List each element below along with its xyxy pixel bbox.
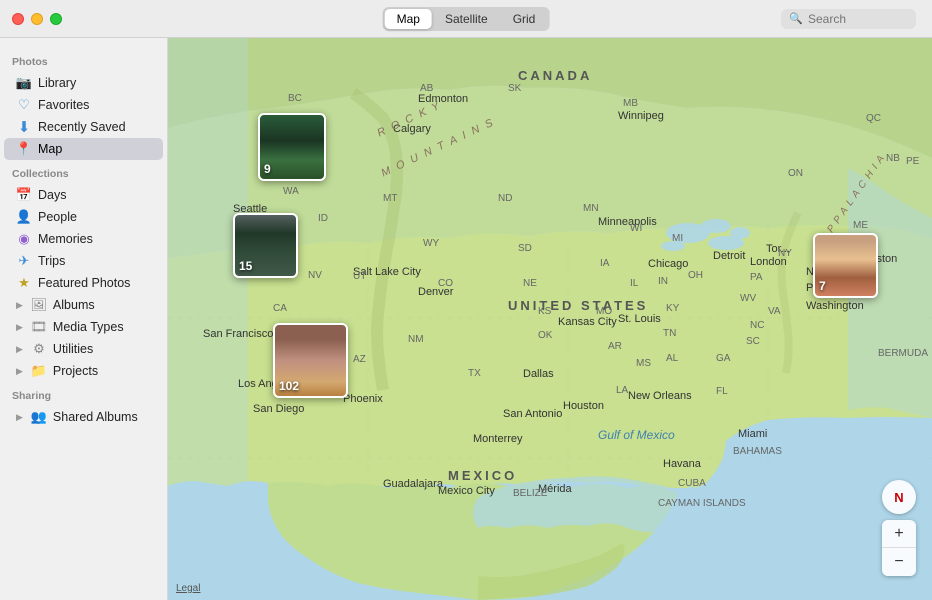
sidebar-item-albums-label: Albums [53, 298, 95, 312]
photo-pin-pin-ny[interactable]: 7 [813, 233, 878, 298]
utilities-icon: ⚙ [31, 341, 47, 357]
sidebar-item-map[interactable]: 📍 Map [4, 138, 163, 160]
sidebar-item-media-types[interactable]: ▶ 🎞 Media Types [4, 316, 163, 338]
albums-arrow-icon: ▶ [16, 300, 23, 311]
recently-saved-icon: ⬇ [16, 119, 32, 135]
legal-link[interactable]: Legal [176, 583, 200, 594]
media-types-icon: 🎞 [31, 319, 47, 335]
media-types-arrow-icon: ▶ [16, 322, 23, 333]
days-icon: 📅 [16, 187, 32, 203]
sidebar-item-library[interactable]: 📷 Library [4, 72, 163, 94]
title-bar: Map Satellite Grid 🔍 [0, 0, 932, 38]
photo-pin-pin-sf[interactable]: 102 [273, 323, 348, 398]
map-icon: 📍 [16, 141, 32, 157]
sidebar-item-library-label: Library [38, 76, 76, 90]
library-icon: 📷 [16, 75, 32, 91]
sidebar-item-days[interactable]: 📅 Days [4, 184, 163, 206]
app-body: Photos 📷 Library ♡ Favorites ⬇ Recently … [0, 38, 932, 600]
photo-pin-pin-bc[interactable]: 9 [258, 113, 326, 181]
shared-albums-icon: 👥 [31, 409, 47, 425]
sidebar-item-map-label: Map [38, 142, 62, 156]
featured-photos-icon: ★ [16, 275, 32, 291]
view-toggle-group: Map Satellite Grid [383, 7, 550, 31]
photos-section-label: Photos [0, 48, 167, 72]
zoom-buttons: + − [882, 520, 916, 576]
zoom-out-button[interactable]: − [882, 548, 916, 576]
sidebar-item-media-types-label: Media Types [53, 320, 124, 334]
utilities-arrow-icon: ▶ [16, 344, 23, 355]
grid-view-button[interactable]: Grid [501, 9, 548, 29]
sidebar-item-projects-label: Projects [53, 364, 98, 378]
sidebar-item-trips-label: Trips [38, 254, 65, 268]
memories-icon: ◉ [16, 231, 32, 247]
satellite-view-button[interactable]: Satellite [433, 9, 500, 29]
projects-icon: 📁 [31, 363, 47, 379]
sidebar-item-projects[interactable]: ▶ 📁 Projects [4, 360, 163, 382]
sidebar: Photos 📷 Library ♡ Favorites ⬇ Recently … [0, 38, 168, 600]
map-area[interactable]: CANADAUNITED STATESMEXICOEdmontonCalgary… [168, 38, 932, 600]
map-view-button[interactable]: Map [385, 9, 432, 29]
sidebar-item-albums[interactable]: ▶ 🖼 Albums [4, 294, 163, 316]
search-icon: 🔍 [789, 12, 803, 25]
people-icon: 👤 [16, 209, 32, 225]
sidebar-item-utilities[interactable]: ▶ ⚙ Utilities [4, 338, 163, 360]
photo-pin-pin-wa[interactable]: 15 [233, 213, 298, 278]
shared-albums-arrow-icon: ▶ [16, 412, 23, 423]
search-input[interactable] [808, 12, 908, 26]
projects-arrow-icon: ▶ [16, 366, 23, 377]
close-button[interactable] [12, 13, 24, 25]
zoom-in-button[interactable]: + [882, 520, 916, 548]
sidebar-item-featured-photos-label: Featured Photos [38, 276, 130, 290]
collections-section-label: Collections [0, 160, 167, 184]
sidebar-item-days-label: Days [38, 188, 66, 202]
sidebar-item-memories[interactable]: ◉ Memories [4, 228, 163, 250]
sidebar-item-trips[interactable]: ✈ Trips [4, 250, 163, 272]
sidebar-item-favorites[interactable]: ♡ Favorites [4, 94, 163, 116]
maximize-button[interactable] [50, 13, 62, 25]
sidebar-item-utilities-label: Utilities [53, 342, 93, 356]
sidebar-item-people-label: People [38, 210, 77, 224]
sidebar-item-recently-saved[interactable]: ⬇ Recently Saved [4, 116, 163, 138]
trips-icon: ✈ [16, 253, 32, 269]
compass-button[interactable]: N [882, 480, 916, 514]
sidebar-item-memories-label: Memories [38, 232, 93, 246]
sidebar-item-favorites-label: Favorites [38, 98, 89, 112]
search-bar[interactable]: 🔍 [781, 9, 916, 29]
sidebar-item-people[interactable]: 👤 People [4, 206, 163, 228]
favorites-icon: ♡ [16, 97, 32, 113]
view-toggle: Map Satellite Grid [383, 7, 550, 31]
map-controls: N + − [882, 480, 916, 576]
minimize-button[interactable] [31, 13, 43, 25]
sharing-section-label: Sharing [0, 382, 167, 406]
sidebar-item-shared-albums-label: Shared Albums [53, 410, 138, 424]
sidebar-item-recently-saved-label: Recently Saved [38, 120, 126, 134]
traffic-lights [12, 13, 62, 25]
albums-icon: 🖼 [31, 297, 47, 313]
sidebar-item-shared-albums[interactable]: ▶ 👥 Shared Albums [4, 406, 163, 428]
sidebar-item-featured-photos[interactable]: ★ Featured Photos [4, 272, 163, 294]
